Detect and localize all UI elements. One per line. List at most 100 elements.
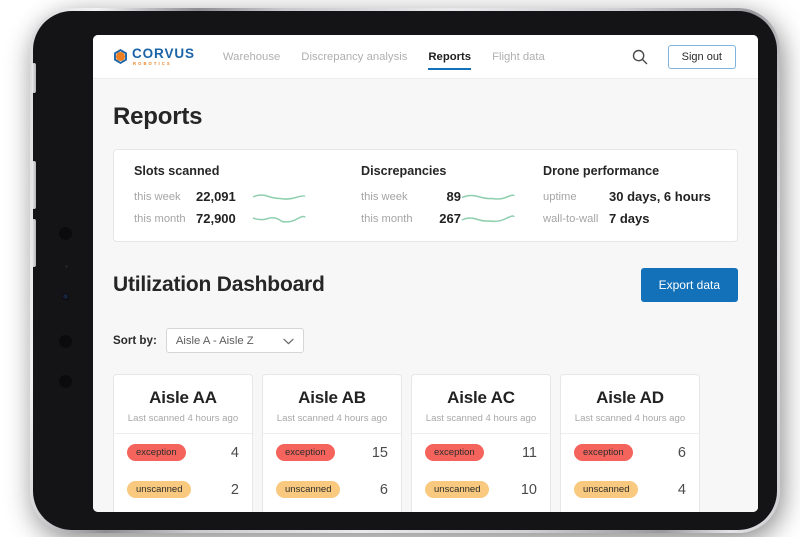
- stat-label: this week: [134, 190, 181, 203]
- aisle-metric-row: occupied 70: [412, 508, 550, 512]
- status-badge-unscanned: unscanned: [276, 481, 341, 498]
- stat-row: uptime 30 days, 6 hours: [543, 189, 711, 204]
- stat-title: Slots scanned: [134, 164, 220, 178]
- aisle-last-scanned: Last scanned 4 hours ago: [425, 413, 537, 424]
- stat-column-slots-scanned: Slots scanned this week 22,091 this mont…: [134, 164, 361, 226]
- nav-link-discrepancy-analysis[interactable]: Discrepancy analysis: [301, 35, 407, 78]
- aisle-metric-row: unscanned 2: [114, 471, 252, 508]
- sparkline-icon: [252, 215, 306, 223]
- chevron-down-icon: [283, 338, 294, 345]
- stat-title: Drone performance: [543, 164, 660, 178]
- stat-row: this week 89: [361, 189, 543, 204]
- aisle-card-header: Aisle AA Last scanned 4 hours ago: [114, 375, 252, 434]
- status-badge-exception: exception: [574, 444, 633, 461]
- search-icon[interactable]: [632, 49, 648, 65]
- dashboard-title: Utilization Dashboard: [113, 273, 325, 296]
- metric-count: 2: [230, 481, 239, 498]
- stat-label: this month: [361, 212, 413, 225]
- status-badge-exception: exception: [276, 444, 335, 461]
- stat-column-drone-performance: Drone performance uptime 30 days, 6 hour…: [543, 164, 711, 226]
- device-power-button[interactable]: [32, 63, 36, 93]
- corvus-logo[interactable]: CORVUS ROBOTICS: [113, 47, 195, 66]
- device-volume-up-button[interactable]: [32, 161, 36, 209]
- bezel-dot: [59, 335, 72, 348]
- stat-title: Discrepancies: [361, 164, 447, 178]
- stat-label: wall-to-wall: [543, 212, 599, 225]
- primary-nav-links: Warehouse Discrepancy analysis Reports F…: [223, 35, 545, 78]
- status-badge-exception: exception: [425, 444, 484, 461]
- tablet-scene: CORVUS ROBOTICS Warehouse Discrepancy an…: [0, 0, 800, 537]
- summary-stats-panel: Slots scanned this week 22,091 this mont…: [113, 149, 738, 242]
- metric-count: 6: [677, 444, 686, 461]
- bezel-dot: [59, 227, 72, 240]
- top-navigation-bar: CORVUS ROBOTICS Warehouse Discrepancy an…: [93, 35, 758, 79]
- stat-row: wall-to-wall 7 days: [543, 211, 711, 226]
- metric-count: 10: [520, 481, 537, 498]
- aisle-metric-row: exception 11: [412, 434, 550, 471]
- aisle-card[interactable]: Aisle AB Last scanned 4 hours ago except…: [262, 374, 402, 512]
- aisle-card-title: Aisle AC: [447, 388, 515, 407]
- aisle-card-grid: Aisle AA Last scanned 4 hours ago except…: [113, 353, 738, 512]
- aisle-card[interactable]: Aisle AC Last scanned 4 hours ago except…: [411, 374, 551, 512]
- sparkline-icon: [252, 194, 306, 200]
- sparkline-icon: [461, 215, 515, 223]
- tablet-screen: CORVUS ROBOTICS Warehouse Discrepancy an…: [93, 35, 758, 512]
- stat-value: 7 days: [609, 211, 650, 226]
- aisle-card-header: Aisle AC Last scanned 4 hours ago: [412, 375, 550, 434]
- aisle-card[interactable]: Aisle AD Last scanned 4 hours ago except…: [560, 374, 700, 512]
- stat-label: this week: [361, 190, 408, 203]
- metric-count: 6: [379, 481, 388, 498]
- logo-wordmark: CORVUS: [132, 45, 195, 61]
- stat-row: this month 72,900: [134, 211, 361, 226]
- status-badge-unscanned: unscanned: [425, 481, 490, 498]
- export-data-button[interactable]: Export data: [640, 268, 738, 302]
- logo-tagline: ROBOTICS: [133, 60, 172, 66]
- stat-row: this month 267: [361, 211, 543, 226]
- front-camera-icon: [62, 293, 69, 300]
- stat-value: 72,900: [196, 211, 236, 226]
- aisle-last-scanned: Last scanned 4 hours ago: [276, 413, 388, 424]
- sort-by-select[interactable]: Aisle A - Aisle Z: [165, 328, 304, 353]
- stat-value: 267: [439, 211, 461, 226]
- metric-count: 4: [677, 481, 686, 498]
- aisle-metric-row: occupied 89: [561, 508, 699, 512]
- metric-count: 11: [521, 444, 537, 461]
- aisle-last-scanned: Last scanned 4 hours ago: [127, 413, 239, 424]
- aisle-metric-row: unscanned 4: [561, 471, 699, 508]
- aisle-last-scanned: Last scanned 4 hours ago: [574, 413, 686, 424]
- nav-right-group: Sign out: [632, 44, 736, 69]
- aisle-card-title: Aisle AA: [149, 388, 217, 407]
- tablet-device-frame: CORVUS ROBOTICS Warehouse Discrepancy an…: [30, 8, 780, 533]
- nav-link-reports[interactable]: Reports: [428, 35, 471, 78]
- nav-link-flight-data[interactable]: Flight data: [492, 35, 545, 78]
- nav-link-warehouse[interactable]: Warehouse: [223, 35, 280, 78]
- stat-label: this month: [134, 212, 186, 225]
- device-volume-down-button[interactable]: [32, 219, 36, 267]
- status-badge-unscanned: unscanned: [127, 481, 192, 498]
- dashboard-header: Utilization Dashboard Export data: [113, 242, 738, 302]
- aisle-card[interactable]: Aisle AA Last scanned 4 hours ago except…: [113, 374, 253, 512]
- sort-by-selected-value: Aisle A - Aisle Z: [175, 334, 254, 347]
- metric-count: 15: [371, 444, 388, 461]
- aisle-card-title: Aisle AD: [596, 388, 664, 407]
- page-content: Reports Slots scanned this week 22,091 t…: [93, 79, 758, 512]
- stat-label: uptime: [543, 190, 577, 203]
- sign-out-button[interactable]: Sign out: [667, 44, 736, 69]
- page-title: Reports: [113, 103, 203, 130]
- corvus-hexagon-icon: [113, 49, 128, 64]
- status-badge-unscanned: unscanned: [574, 481, 639, 498]
- sort-by-label: Sort by:: [113, 334, 157, 347]
- aisle-card-title: Aisle AB: [298, 388, 366, 407]
- tablet-bezel: CORVUS ROBOTICS Warehouse Discrepancy an…: [32, 11, 777, 530]
- aisle-card-header: Aisle AD Last scanned 4 hours ago: [561, 375, 699, 434]
- aisle-metric-row: unscanned 10: [412, 471, 550, 508]
- status-badge-exception: exception: [127, 444, 186, 461]
- aisle-metric-row: exception 15: [263, 434, 401, 471]
- stat-value: 22,091: [196, 189, 236, 204]
- aisle-metric-row: unscanned 6: [263, 471, 401, 508]
- aisle-metric-row: occupied 84: [114, 508, 252, 512]
- stat-value: 89: [446, 189, 461, 204]
- sort-controls: Sort by: Aisle A - Aisle Z: [113, 302, 738, 353]
- metric-count: 4: [230, 444, 239, 461]
- aisle-metric-row: exception 4: [114, 434, 252, 471]
